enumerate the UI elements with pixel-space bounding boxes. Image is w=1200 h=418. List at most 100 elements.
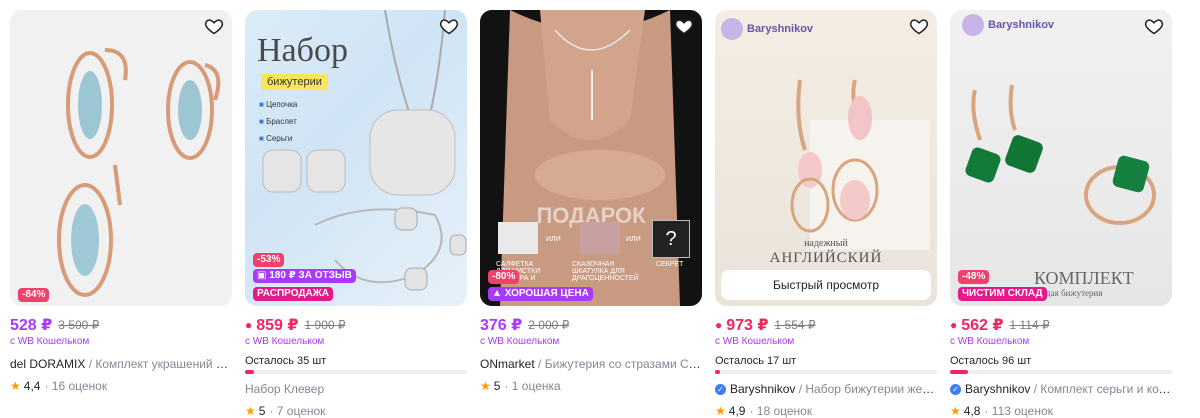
old-price: 2 000 ₽ [528,318,570,332]
fire-icon: ● [715,318,723,332]
good-price-badge: ▲ ХОРОШАЯ ЦЕНА [488,287,593,301]
rating-value: 5 [258,404,266,418]
review-bonus-badge: ▣ 180 ₽ ЗА ОТЗЫВ [253,269,356,283]
wallet-label: с WB Кошельком [480,336,560,347]
gift-item: СКАЗОЧНАЯ ШКАТУЛКА ДЛЯ ДРАГОЦЕННОСТЕЙ [572,261,639,282]
stock-bar-fill [245,370,254,374]
wallet-label: с WB Кошельком [245,336,325,347]
fire-icon: ● [950,318,958,332]
stock-label: Осталось 96 шт [950,355,1032,367]
discount-badge: -53% [253,253,285,267]
star-icon: ★ [950,404,961,418]
product-title[interactable]: del DORAMIX / Комплект украшений ку... [10,357,232,371]
clearance-badge: ЧИСТИМ СКЛАД [958,287,1047,301]
image-caption: надежный [804,238,848,249]
rating-value: 5 [493,379,501,393]
stock-bar [715,370,937,374]
old-price: 3 500 ₽ [58,318,100,332]
wallet-label: с WB Кошельком [10,336,90,347]
review-bonus-text: 180 ₽ ЗА ОТЗЫВ [269,270,352,281]
product-image[interactable]: -84% [10,10,232,306]
rating: ★ 4,8 · 113 оценок [950,404,1172,418]
product-image[interactable]: Baryshnikov КОМПЛЕКТ дая бижутерия -48% … [950,10,1172,306]
old-price: 1 900 ₽ [304,318,346,332]
fire-icon: ● [245,318,253,332]
brand-name: Baryshnikov [730,382,796,396]
heart-icon[interactable] [909,16,929,36]
star-icon: ★ [480,379,491,393]
stock-bar-fill [715,370,720,374]
star-icon: ★ [245,404,256,418]
secret-gift-icon: ? [652,220,690,258]
product-title[interactable]: ONmarket / Бижутерия со стразами Се... [480,357,702,371]
image-caption: КОМПЛЕКТ [1034,268,1134,288]
stock-label: Осталось 35 шт [245,355,327,367]
star-icon: ★ [715,404,726,418]
rating: ★ 5 · 7 оценок [245,404,467,418]
old-price: 1 114 ₽ [1009,318,1050,332]
gift-or: ИЛИ [546,236,561,243]
gift-item: СЕКРЕТ [656,261,684,268]
reviews-count: · 113 оценок [984,404,1053,418]
rating: ★ 4,4 · 16 оценок [10,379,232,393]
product-title[interactable]: ✓ Baryshnikov / Набор бижутерии жен... [715,382,937,396]
product-name: / Набор бижутерии жен... [795,382,937,396]
good-price-text: ХОРОШАЯ ЦЕНА [504,288,589,299]
reviews-count: · 7 оценок [269,404,326,418]
reviews-count: · 18 оценок [749,404,813,418]
image-caption: дая бижутерия [1046,288,1103,298]
heart-icon[interactable] [204,16,224,36]
discount-badge: -80% [488,270,520,284]
earrings-image [57,48,221,297]
product-title[interactable]: ✓ Baryshnikov / Комплект серьги и кол... [950,382,1172,396]
star-icon: ★ [10,379,21,393]
old-price: 1 554 ₽ [774,318,816,332]
reviews-count: · 16 оценок [44,379,108,393]
product-image[interactable]: Baryshnikov надежный АНГЛИЙСКИЙ Быстрый … [715,10,937,306]
emerald-earrings-image [965,84,1156,225]
product-card[interactable]: -84% 528 ₽ 3 500 ₽ с WB Кошельком del DO… [10,10,232,393]
discount-badge: -48% [958,270,990,284]
wallet-label: с WB Кошельком [715,336,795,347]
price: 973 ₽ [726,317,769,334]
product-name[interactable]: Набор Клевер [245,382,467,396]
verified-icon: ✓ [715,384,726,396]
rating-value: 4,4 [23,379,41,393]
price: 562 ₽ [961,317,1004,334]
price: 376 ₽ [480,317,523,334]
chat-icon: ▣ [257,270,270,281]
price: 528 ₽ [10,317,53,334]
reviews-count: · 1 оценка [504,379,561,393]
heart-icon[interactable] [674,16,694,36]
brand-name: Baryshnikov [965,382,1031,396]
product-name: / Комплект украшений ку... [85,357,232,371]
product-name: / Комплект серьги и кол... [1030,382,1172,396]
heart-icon[interactable] [439,16,459,36]
rating: ★ 5 · 1 оценка [480,379,702,393]
brand-name: del DORAMIX [10,357,86,371]
heart-icon[interactable] [1144,16,1164,36]
product-card[interactable]: ПОДАРОК ? САЛФЕТКА ДЛЯ ЧИСТКИ СЕРЕБРА И … [480,10,702,393]
rating-value: 4,9 [728,404,746,418]
product-image[interactable]: Набор бижутерии ■ Цепочка ■ Браслет ■ Се… [245,10,467,306]
product-card[interactable]: Baryshnikov надежный АНГЛИЙСКИЙ Быстрый … [715,10,937,418]
gift-napkin [498,222,538,254]
wallet-label: с WB Кошельком [950,336,1030,347]
rating: ★ 4,9 · 18 оценок [715,404,937,418]
stock-bar [245,370,467,374]
image-caption: АНГЛИЙСКИЙ [769,250,883,266]
gift-or: ИЛИ [626,236,641,243]
product-card[interactable]: Набор бижутерии ■ Цепочка ■ Браслет ■ Се… [245,10,467,418]
price: 859 ₽ [256,317,299,334]
stock-bar [950,370,1172,374]
gift-box [580,222,620,254]
brand-name: ONmarket [480,357,535,371]
sale-badge: РАСПРОДАЖА [253,287,333,301]
product-card[interactable]: Baryshnikov КОМПЛЕКТ дая бижутерия -48% … [950,10,1172,418]
product-image[interactable]: ПОДАРОК ? САЛФЕТКА ДЛЯ ЧИСТКИ СЕРЕБРА И … [480,10,702,306]
verified-icon: ✓ [950,384,961,396]
stock-label: Осталось 17 шт [715,355,797,367]
thumb-icon: ▲ [492,288,505,299]
rating-value: 4,8 [963,404,981,418]
quick-view-button[interactable]: Быстрый просмотр [721,270,931,300]
